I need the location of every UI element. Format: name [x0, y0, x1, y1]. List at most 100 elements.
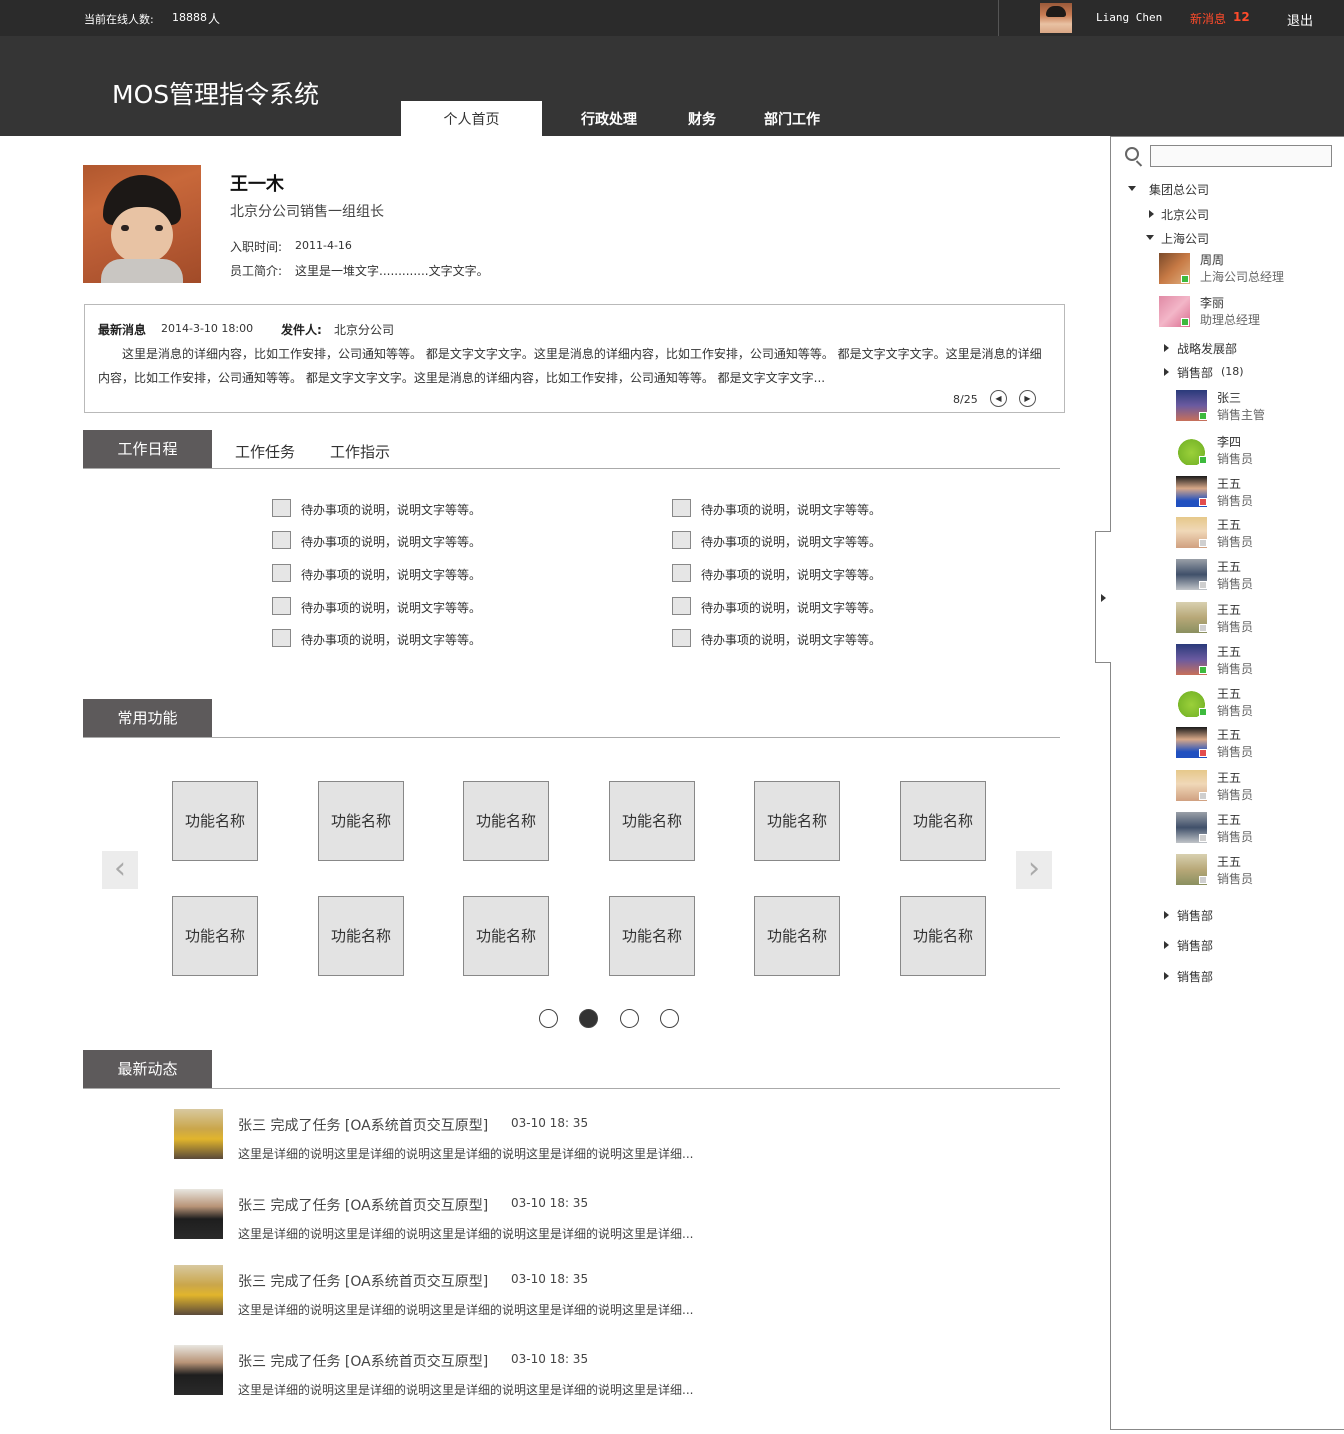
tree-node-beijing[interactable]: 北京公司: [1161, 206, 1209, 223]
todo-checkbox[interactable]: [672, 499, 691, 517]
collapse-icon[interactable]: [1164, 972, 1169, 980]
person-name[interactable]: 王五: [1217, 769, 1241, 786]
collapse-icon[interactable]: [1149, 210, 1154, 218]
function-tile[interactable]: 功能名称: [172, 896, 258, 976]
function-tile[interactable]: 功能名称: [463, 781, 549, 861]
tab-schedule[interactable]: 工作日程: [83, 430, 212, 468]
person-name[interactable]: 李丽: [1200, 294, 1224, 311]
tab-instructions[interactable]: 工作指示: [330, 441, 390, 462]
todo-item[interactable]: 待办事项的说明，说明文字等等。: [272, 531, 532, 551]
collapse-icon[interactable]: [1164, 368, 1169, 376]
todo-checkbox[interactable]: [672, 597, 691, 615]
tree-node-dept[interactable]: 销售部: [1177, 937, 1213, 954]
next-message-button[interactable]: ▶: [1019, 390, 1036, 407]
feed-item-title[interactable]: 张三 完成了任务 [OA系统首页交互原型]: [238, 1271, 488, 1291]
todo-checkbox[interactable]: [272, 597, 291, 615]
sender-label: 发件人:: [281, 323, 322, 337]
person-name[interactable]: 王五: [1217, 853, 1241, 870]
new-message-link[interactable]: 新消息: [1190, 10, 1226, 27]
tree-node-dept[interactable]: 销售部: [1177, 907, 1213, 924]
tree-node-sales[interactable]: 销售部: [1177, 364, 1213, 381]
functions-prev-arrow[interactable]: ‹: [102, 851, 138, 889]
todo-item[interactable]: 待办事项的说明，说明文字等等。: [272, 597, 532, 617]
tab-tasks[interactable]: 工作任务: [235, 441, 295, 462]
person-name[interactable]: 李四: [1217, 433, 1241, 450]
person-name[interactable]: 张三: [1217, 389, 1241, 406]
function-tile[interactable]: 功能名称: [318, 896, 404, 976]
todo-item[interactable]: 待办事项的说明，说明文字等等。: [672, 531, 932, 551]
functions-next-arrow[interactable]: ›: [1016, 851, 1052, 889]
expand-icon[interactable]: [1128, 186, 1136, 191]
page-dot[interactable]: [620, 1009, 639, 1028]
function-tile[interactable]: 功能名称: [609, 781, 695, 861]
todo-checkbox[interactable]: [672, 564, 691, 582]
page-dot[interactable]: [579, 1009, 598, 1028]
person-name[interactable]: 王五: [1217, 601, 1241, 618]
function-tile[interactable]: 功能名称: [900, 896, 986, 976]
feed-avatar[interactable]: [174, 1265, 223, 1315]
feed-avatar[interactable]: [174, 1345, 223, 1395]
todo-checkbox[interactable]: [272, 531, 291, 549]
feed-avatar[interactable]: [174, 1109, 223, 1159]
feed-item-title[interactable]: 张三 完成了任务 [OA系统首页交互原型]: [238, 1115, 488, 1135]
collapse-icon[interactable]: [1164, 911, 1169, 919]
todo-text: 待办事项的说明，说明文字等等。: [301, 601, 482, 615]
expand-icon[interactable]: [1146, 235, 1154, 240]
page-dot[interactable]: [660, 1009, 679, 1028]
tab-admin[interactable]: 行政处理: [568, 101, 650, 136]
person-name[interactable]: 周周: [1200, 251, 1224, 268]
collapse-icon[interactable]: [1164, 344, 1169, 352]
prev-message-button[interactable]: ◀: [990, 390, 1007, 407]
function-tile[interactable]: 功能名称: [318, 781, 404, 861]
person-name[interactable]: 王五: [1217, 643, 1241, 660]
collapse-arrow-icon: [1101, 594, 1106, 602]
todo-checkbox[interactable]: [672, 629, 691, 647]
collapse-icon[interactable]: [1164, 941, 1169, 949]
status-badge: [1199, 876, 1207, 884]
function-tile[interactable]: 功能名称: [754, 781, 840, 861]
panel-collapse-handle[interactable]: [1095, 531, 1111, 663]
person-name[interactable]: 王五: [1217, 516, 1241, 533]
todo-checkbox[interactable]: [272, 499, 291, 517]
feed-item-title[interactable]: 张三 完成了任务 [OA系统首页交互原型]: [238, 1195, 488, 1215]
person-name[interactable]: 王五: [1217, 558, 1241, 575]
tree-node-strategy[interactable]: 战略发展部: [1177, 340, 1237, 357]
function-tile[interactable]: 功能名称: [463, 896, 549, 976]
todo-item[interactable]: 待办事项的说明，说明文字等等。: [272, 564, 532, 584]
new-message-count[interactable]: 12: [1233, 10, 1250, 24]
org-search-input[interactable]: [1150, 145, 1332, 167]
page-dot[interactable]: [539, 1009, 558, 1028]
person-name[interactable]: 王五: [1217, 726, 1241, 743]
todo-item[interactable]: 待办事项的说明，说明文字等等。: [672, 597, 932, 617]
tree-node-dept[interactable]: 销售部: [1177, 968, 1213, 985]
todo-checkbox[interactable]: [272, 564, 291, 582]
function-tile[interactable]: 功能名称: [900, 781, 986, 861]
person-role: 销售员: [1217, 494, 1254, 508]
function-tile[interactable]: 功能名称: [754, 896, 840, 976]
user-name[interactable]: Liang Chen: [1096, 11, 1162, 24]
user-avatar[interactable]: [1040, 3, 1072, 33]
tab-department[interactable]: 部门工作: [752, 101, 832, 136]
function-tile[interactable]: 功能名称: [172, 781, 258, 861]
feed-item-title[interactable]: 张三 完成了任务 [OA系统首页交互原型]: [238, 1351, 488, 1371]
todo-checkbox[interactable]: [272, 629, 291, 647]
todo-item[interactable]: 待办事项的说明，说明文字等等。: [672, 564, 932, 584]
todo-checkbox[interactable]: [672, 531, 691, 549]
person-role: 销售员: [1217, 535, 1254, 549]
tree-node-root[interactable]: 集团总公司: [1149, 181, 1209, 198]
todo-item[interactable]: 待办事项的说明，说明文字等等。: [272, 629, 532, 649]
todo-item[interactable]: 待办事项的说明，说明文字等等。: [672, 629, 932, 649]
search-icon[interactable]: [1125, 147, 1139, 161]
tree-node-shanghai[interactable]: 上海公司: [1161, 230, 1209, 247]
todo-item[interactable]: 待办事项的说明，说明文字等等。: [672, 499, 932, 519]
search-icon-handle: [1135, 160, 1143, 167]
todo-item[interactable]: 待办事项的说明，说明文字等等。: [272, 499, 532, 519]
tab-home[interactable]: 个人首页: [401, 101, 542, 136]
person-name[interactable]: 王五: [1217, 685, 1241, 702]
tab-finance[interactable]: 财务: [675, 101, 729, 136]
feed-avatar[interactable]: [174, 1189, 223, 1239]
person-name[interactable]: 王五: [1217, 811, 1241, 828]
function-tile[interactable]: 功能名称: [609, 896, 695, 976]
person-name[interactable]: 王五: [1217, 475, 1241, 492]
logout-link[interactable]: 退出: [1287, 10, 1313, 29]
